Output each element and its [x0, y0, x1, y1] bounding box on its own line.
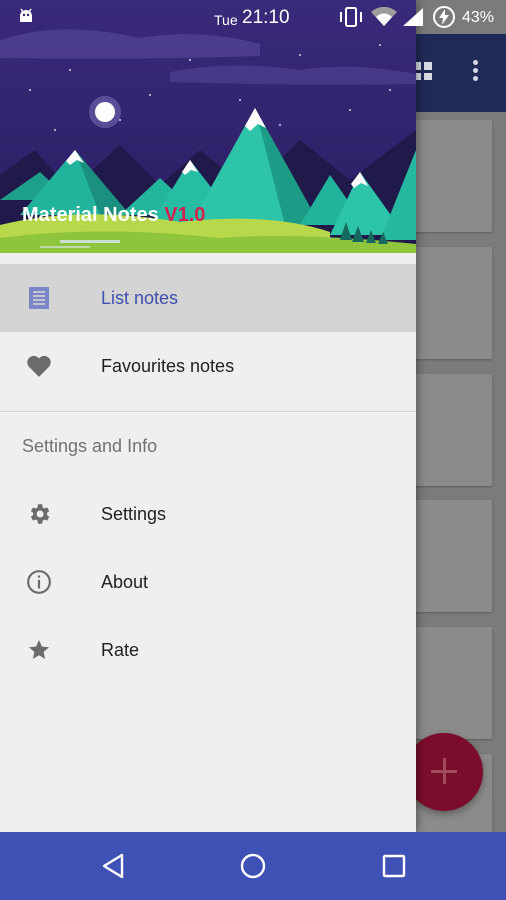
vibrate-icon [340, 7, 362, 27]
battery-charging-icon [433, 6, 455, 28]
wifi-icon [371, 7, 397, 26]
menu-item-settings[interactable]: Settings [0, 480, 416, 548]
note-card[interactable] [412, 627, 492, 739]
menu-item-label: About [101, 571, 149, 592]
star-icon [26, 637, 52, 663]
system-nav-bar [0, 832, 506, 900]
android-debug-icon [20, 8, 32, 22]
note-card[interactable] [412, 500, 492, 612]
note-card[interactable] [412, 374, 492, 486]
heart-icon [26, 353, 52, 379]
add-note-button[interactable] [405, 733, 483, 811]
section-header: Settings and Info [22, 435, 158, 456]
gear-icon [26, 501, 52, 527]
note-card[interactable] [412, 120, 492, 232]
cell-signal-icon [403, 8, 423, 26]
menu-item-about[interactable]: About [0, 548, 416, 616]
status-bar: Tue 21:10 43% [0, 0, 506, 34]
menu-item-label: Favourites notes [101, 355, 235, 376]
navigation-drawer: Material Notes V1.0 List notes Favourite… [0, 0, 416, 832]
menu-item-label: Settings [101, 503, 167, 524]
status-day: Tue [214, 12, 238, 28]
app-name: Material Notes [22, 204, 159, 226]
recents-icon[interactable] [381, 852, 407, 880]
info-icon [26, 569, 52, 595]
menu-item-label: Rate [101, 639, 140, 660]
menu-item-label: List notes [101, 287, 179, 308]
back-icon[interactable] [100, 852, 126, 880]
app-title: Material Notes V1.0 [22, 204, 205, 227]
menu-item-rate[interactable]: Rate [0, 616, 416, 684]
drawer-header: Material Notes V1.0 [0, 0, 416, 253]
battery-percent: 43% [462, 9, 495, 26]
notes-list-icon [26, 285, 52, 311]
menu-item-favourites[interactable]: Favourites notes [0, 332, 416, 400]
note-card[interactable] [412, 247, 492, 359]
more-options-icon[interactable] [470, 60, 480, 86]
menu-item-list-notes[interactable]: List notes [0, 264, 416, 332]
drawer-menu: List notes Favourites notes Settings and… [0, 264, 416, 684]
status-time: 21:10 [242, 7, 290, 28]
home-icon[interactable] [239, 852, 267, 880]
app-version: V1.0 [164, 204, 206, 226]
